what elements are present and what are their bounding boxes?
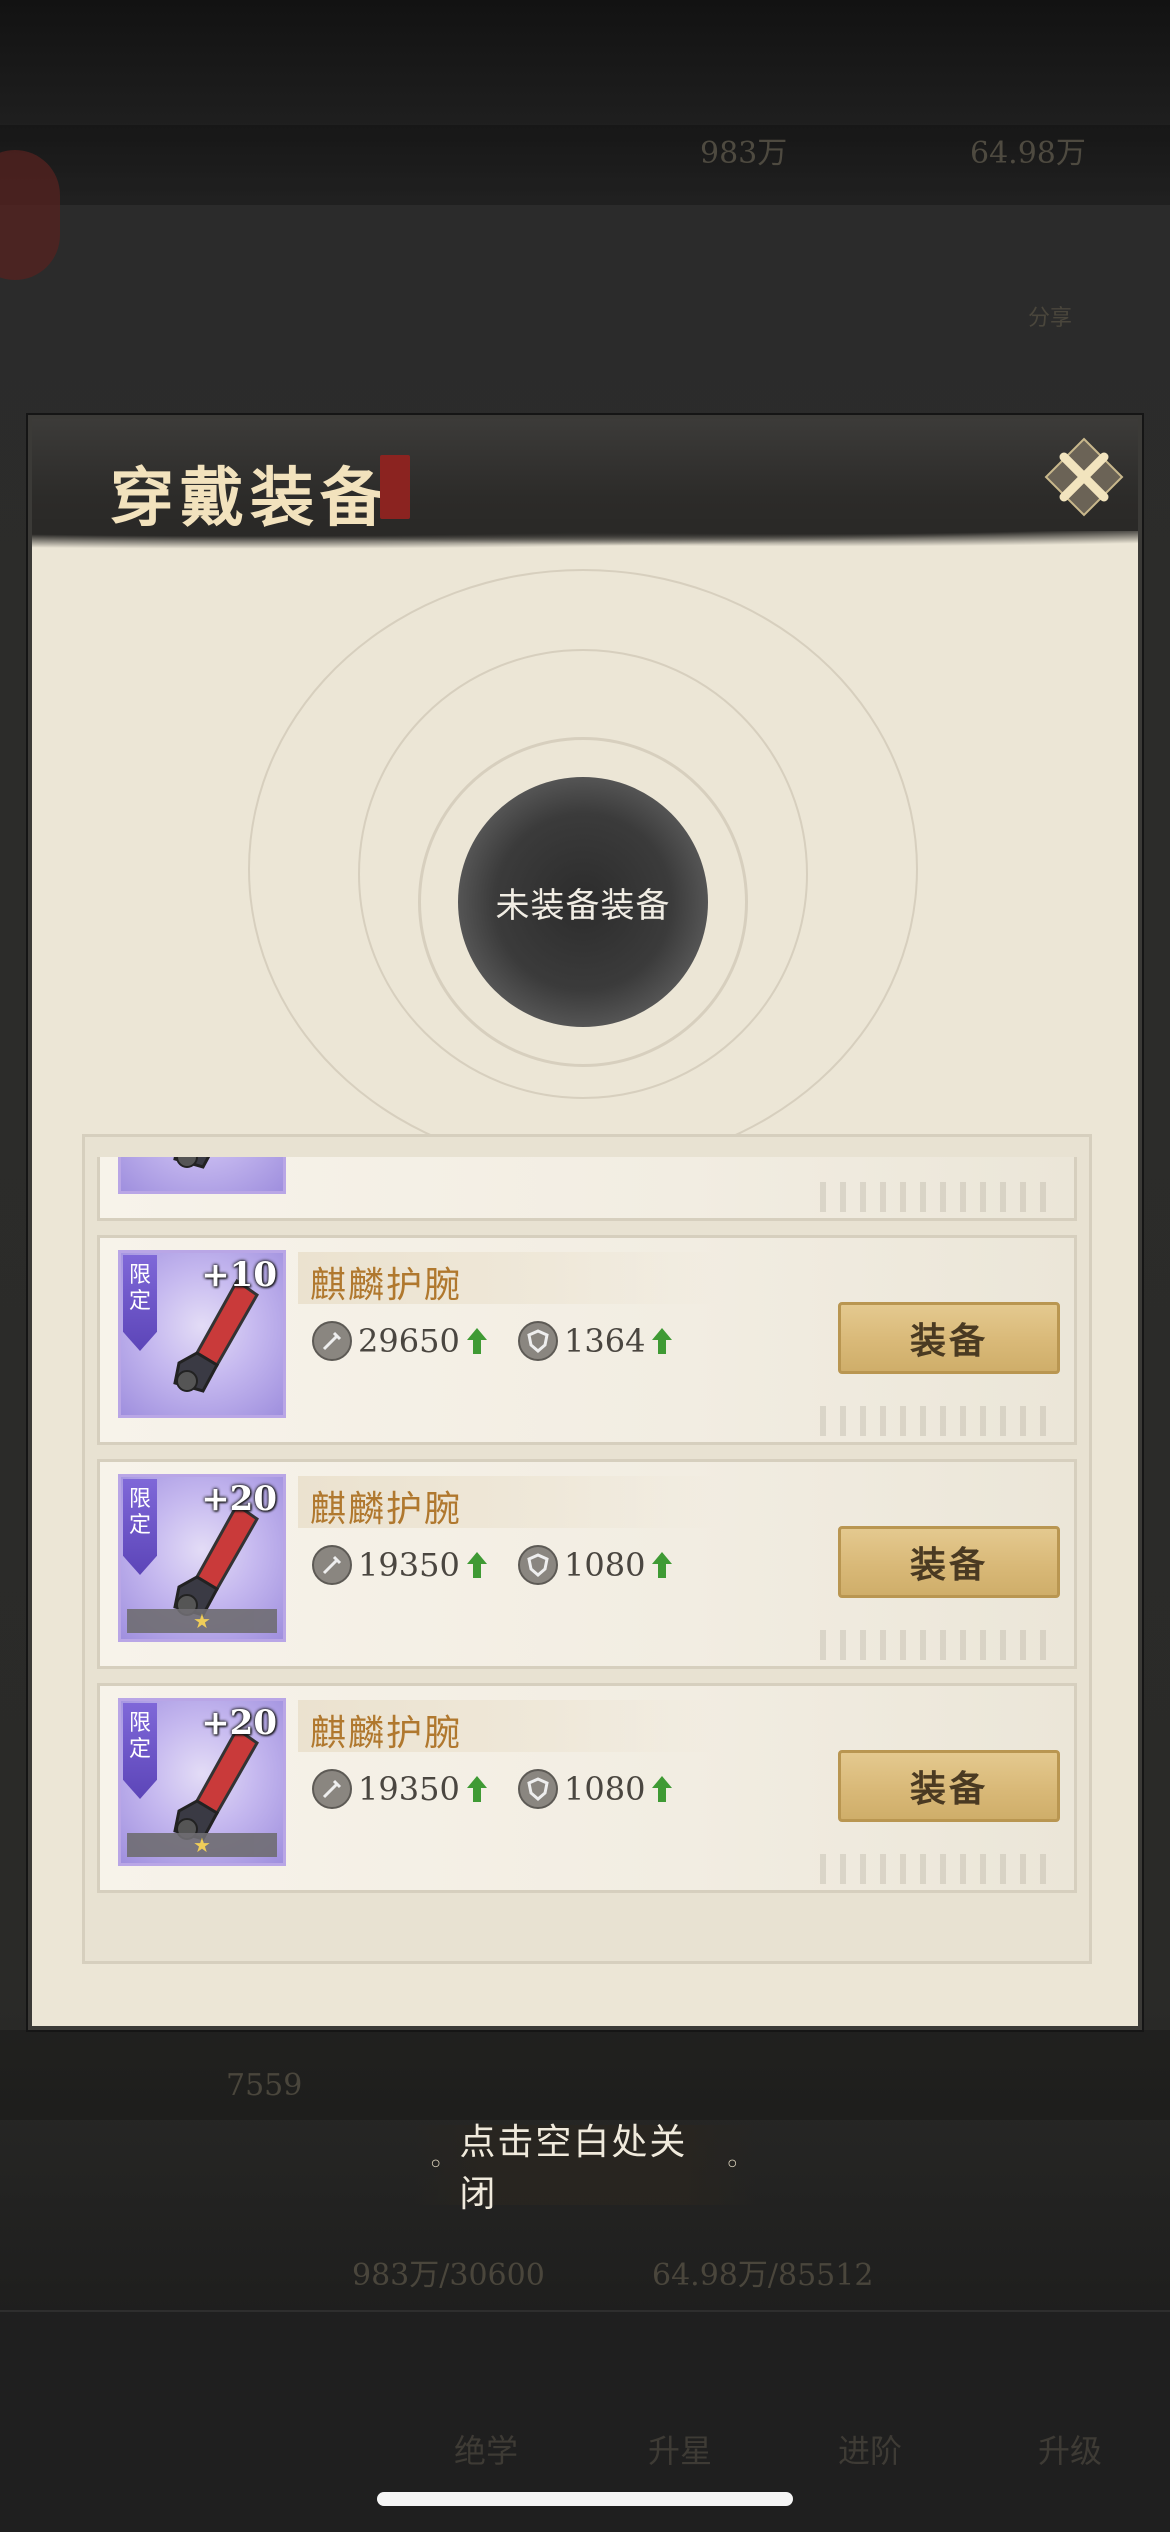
equipment-name: 麒麟护腕 bbox=[310, 1713, 463, 1754]
equipment-thumbnail[interactable] bbox=[118, 1157, 286, 1194]
attack-stat: 19350 bbox=[312, 1544, 488, 1586]
card-decoration bbox=[820, 1406, 1060, 1436]
limited-badge: 限定 bbox=[123, 1703, 157, 1799]
card-decoration bbox=[820, 1630, 1060, 1660]
up-arrow-icon bbox=[466, 1776, 487, 1802]
equipment-list-frame: 30950 1414 装备 bbox=[82, 1134, 1092, 1964]
up-arrow-icon bbox=[652, 1776, 673, 1802]
hint-ornament-icon: ◦ bbox=[428, 2150, 446, 2180]
title-seal-icon bbox=[380, 455, 410, 519]
close-icon bbox=[1044, 437, 1124, 517]
attack-icon bbox=[312, 1321, 352, 1361]
up-arrow-icon bbox=[652, 1328, 673, 1354]
defense-icon bbox=[518, 1769, 558, 1809]
background-footer-cost: 983万/30600 bbox=[352, 2258, 545, 2293]
equipment-thumbnail[interactable]: 限定 +20 ★ bbox=[118, 1698, 286, 1866]
equipment-thumbnail[interactable]: 限定 +20 ★ bbox=[118, 1474, 286, 1642]
defense-icon bbox=[518, 1545, 558, 1585]
attack-stat: 29650 bbox=[312, 1320, 488, 1362]
card-decoration bbox=[820, 1854, 1060, 1884]
background-seal bbox=[0, 150, 60, 280]
attack-stat: 19350 bbox=[312, 1768, 488, 1810]
equip-button[interactable]: 装备 bbox=[838, 1526, 1060, 1598]
equipment-card: 限定 +20 ★ 麒麟护腕 19350 1080 装备 bbox=[97, 1683, 1077, 1893]
enhance-level: +20 bbox=[201, 1703, 277, 1743]
gauntlet-icon bbox=[173, 1157, 211, 1169]
background-footer-cost-2: 64.98万/85512 bbox=[652, 2258, 874, 2293]
equipment-slot-area: 未装备装备 bbox=[40, 549, 1130, 1149]
star-rating: ★ bbox=[127, 1609, 277, 1633]
equipment-name: 麒麟护腕 bbox=[310, 1489, 463, 1530]
up-arrow-icon bbox=[652, 1552, 673, 1578]
attack-value: 29650 bbox=[358, 1322, 460, 1360]
defense-icon bbox=[518, 1321, 558, 1361]
empty-slot-label: 未装备装备 bbox=[495, 885, 671, 926]
attack-icon bbox=[312, 1545, 352, 1585]
background-tab: 绝学 bbox=[453, 2432, 518, 2470]
tap-to-close-hint[interactable]: ◦ 点击空白处关闭 ◦ bbox=[414, 2122, 756, 2215]
up-arrow-icon bbox=[466, 1552, 487, 1578]
background-tab: 升星 bbox=[647, 2432, 712, 2470]
dialog-header: 穿戴装备 bbox=[32, 419, 1138, 549]
equipment-card: 限定 +10 麒麟护腕 29650 1364 装备 bbox=[97, 1235, 1077, 1445]
equipment-card: 30950 1414 装备 bbox=[97, 1157, 1077, 1221]
close-button[interactable] bbox=[1042, 435, 1126, 519]
star-rating: ★ bbox=[127, 1833, 277, 1857]
defense-value: 1080 bbox=[564, 1770, 646, 1808]
attack-icon bbox=[312, 1769, 352, 1809]
home-indicator[interactable] bbox=[377, 2492, 793, 2506]
defense-value: 1364 bbox=[564, 1322, 646, 1360]
equip-dialog: 穿戴装备 未装备装备 限定 +10 麒麟护腕 29650 1364 装备 限定 … bbox=[28, 415, 1142, 2030]
background-gold-amount: 983万 bbox=[700, 136, 788, 171]
background-bell-amount: 64.98万 bbox=[970, 136, 1086, 171]
background-footer-count: 7559 bbox=[226, 2068, 303, 2103]
close-hint-label: 点击空白处关闭 bbox=[459, 2122, 688, 2215]
background-tab: 升级 bbox=[1037, 2432, 1102, 2470]
limited-badge: 限定 bbox=[123, 1479, 157, 1575]
hint-ornament-icon: ◦ bbox=[724, 2150, 742, 2180]
dialog-title: 穿戴装备 bbox=[110, 461, 390, 536]
defense-value: 1080 bbox=[564, 1546, 646, 1584]
equipment-thumbnail[interactable]: 限定 +10 bbox=[118, 1250, 286, 1418]
background-share-label: 分享 bbox=[1028, 306, 1073, 331]
equip-button[interactable]: 装备 bbox=[838, 1302, 1060, 1374]
limited-badge: 限定 bbox=[123, 1255, 157, 1351]
enhance-level: +10 bbox=[201, 1255, 277, 1295]
equipment-list[interactable]: 30950 1414 装备 bbox=[97, 1157, 1077, 1957]
defense-stat: 1080 bbox=[518, 1768, 673, 1810]
attack-value: 19350 bbox=[358, 1770, 460, 1808]
card-decoration bbox=[820, 1182, 1060, 1212]
defense-stat: 1080 bbox=[518, 1544, 673, 1586]
background-footer-row bbox=[0, 2030, 1170, 2120]
empty-equipment-slot[interactable]: 未装备装备 bbox=[458, 777, 708, 1027]
defense-stat: 1364 bbox=[518, 1320, 673, 1362]
equip-button[interactable]: 装备 bbox=[838, 1750, 1060, 1822]
attack-value: 19350 bbox=[358, 1546, 460, 1584]
equipment-card: 限定 +20 ★ 麒麟护腕 19350 1080 装备 bbox=[97, 1459, 1077, 1669]
background-tab: 进阶 bbox=[837, 2432, 902, 2470]
equipment-name: 麒麟护腕 bbox=[310, 1265, 463, 1306]
enhance-level: +20 bbox=[201, 1479, 277, 1519]
up-arrow-icon bbox=[466, 1328, 487, 1354]
